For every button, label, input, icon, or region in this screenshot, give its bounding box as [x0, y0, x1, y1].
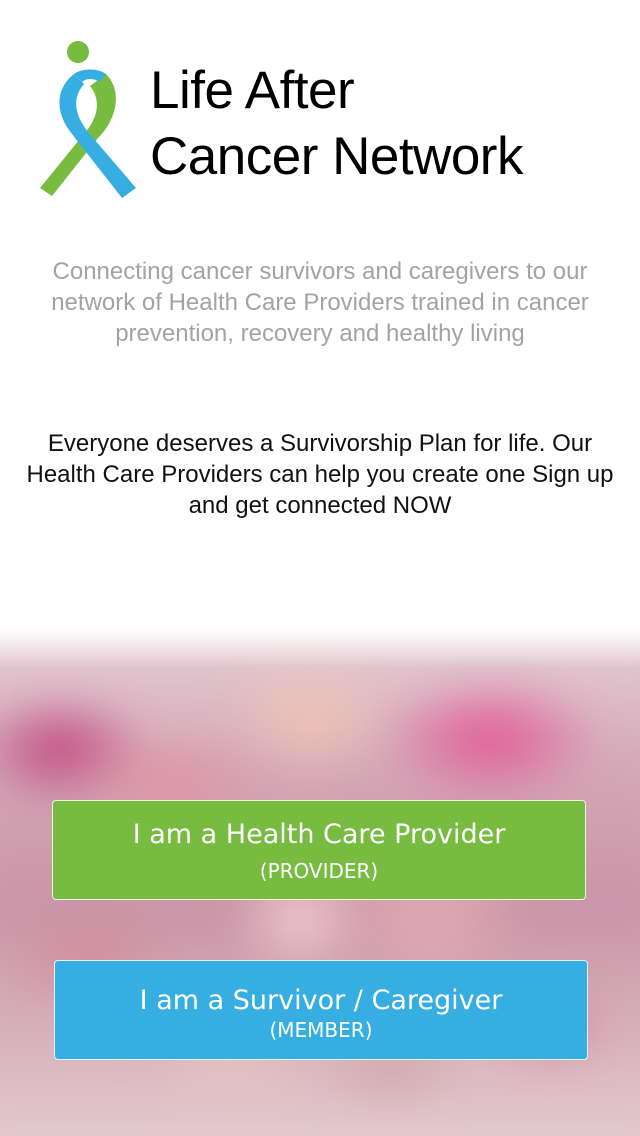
member-signup-button[interactable]: I am a Survivor / Caregiver (MEMBER) [54, 960, 588, 1060]
provider-button-sub-label: (PROVIDER) [259, 859, 379, 883]
welcome-screen: Life After Cancer Network Connecting can… [0, 0, 640, 1136]
app-title-line-2: Cancer Network [150, 127, 523, 186]
tagline: Connecting cancer survivors and caregive… [51, 258, 589, 347]
survivorship-plan-message: Everyone deserves a Survivorship Plan fo… [26, 430, 614, 519]
ribbon-figure-icon [40, 41, 136, 198]
hero-top-fade [0, 628, 640, 668]
provider-signup-button[interactable]: I am a Health Care Provider (PROVIDER) [52, 800, 586, 900]
app-title-line-1: Life After [150, 61, 355, 120]
app-title: Life After Cancer Network [150, 58, 620, 190]
logo-head-dot [67, 41, 89, 63]
member-button-label: I am a Survivor / Caregiver [139, 985, 503, 1016]
member-button-sub-label: (MEMBER) [269, 1018, 373, 1042]
provider-button-label: I am a Health Care Provider [132, 819, 506, 850]
